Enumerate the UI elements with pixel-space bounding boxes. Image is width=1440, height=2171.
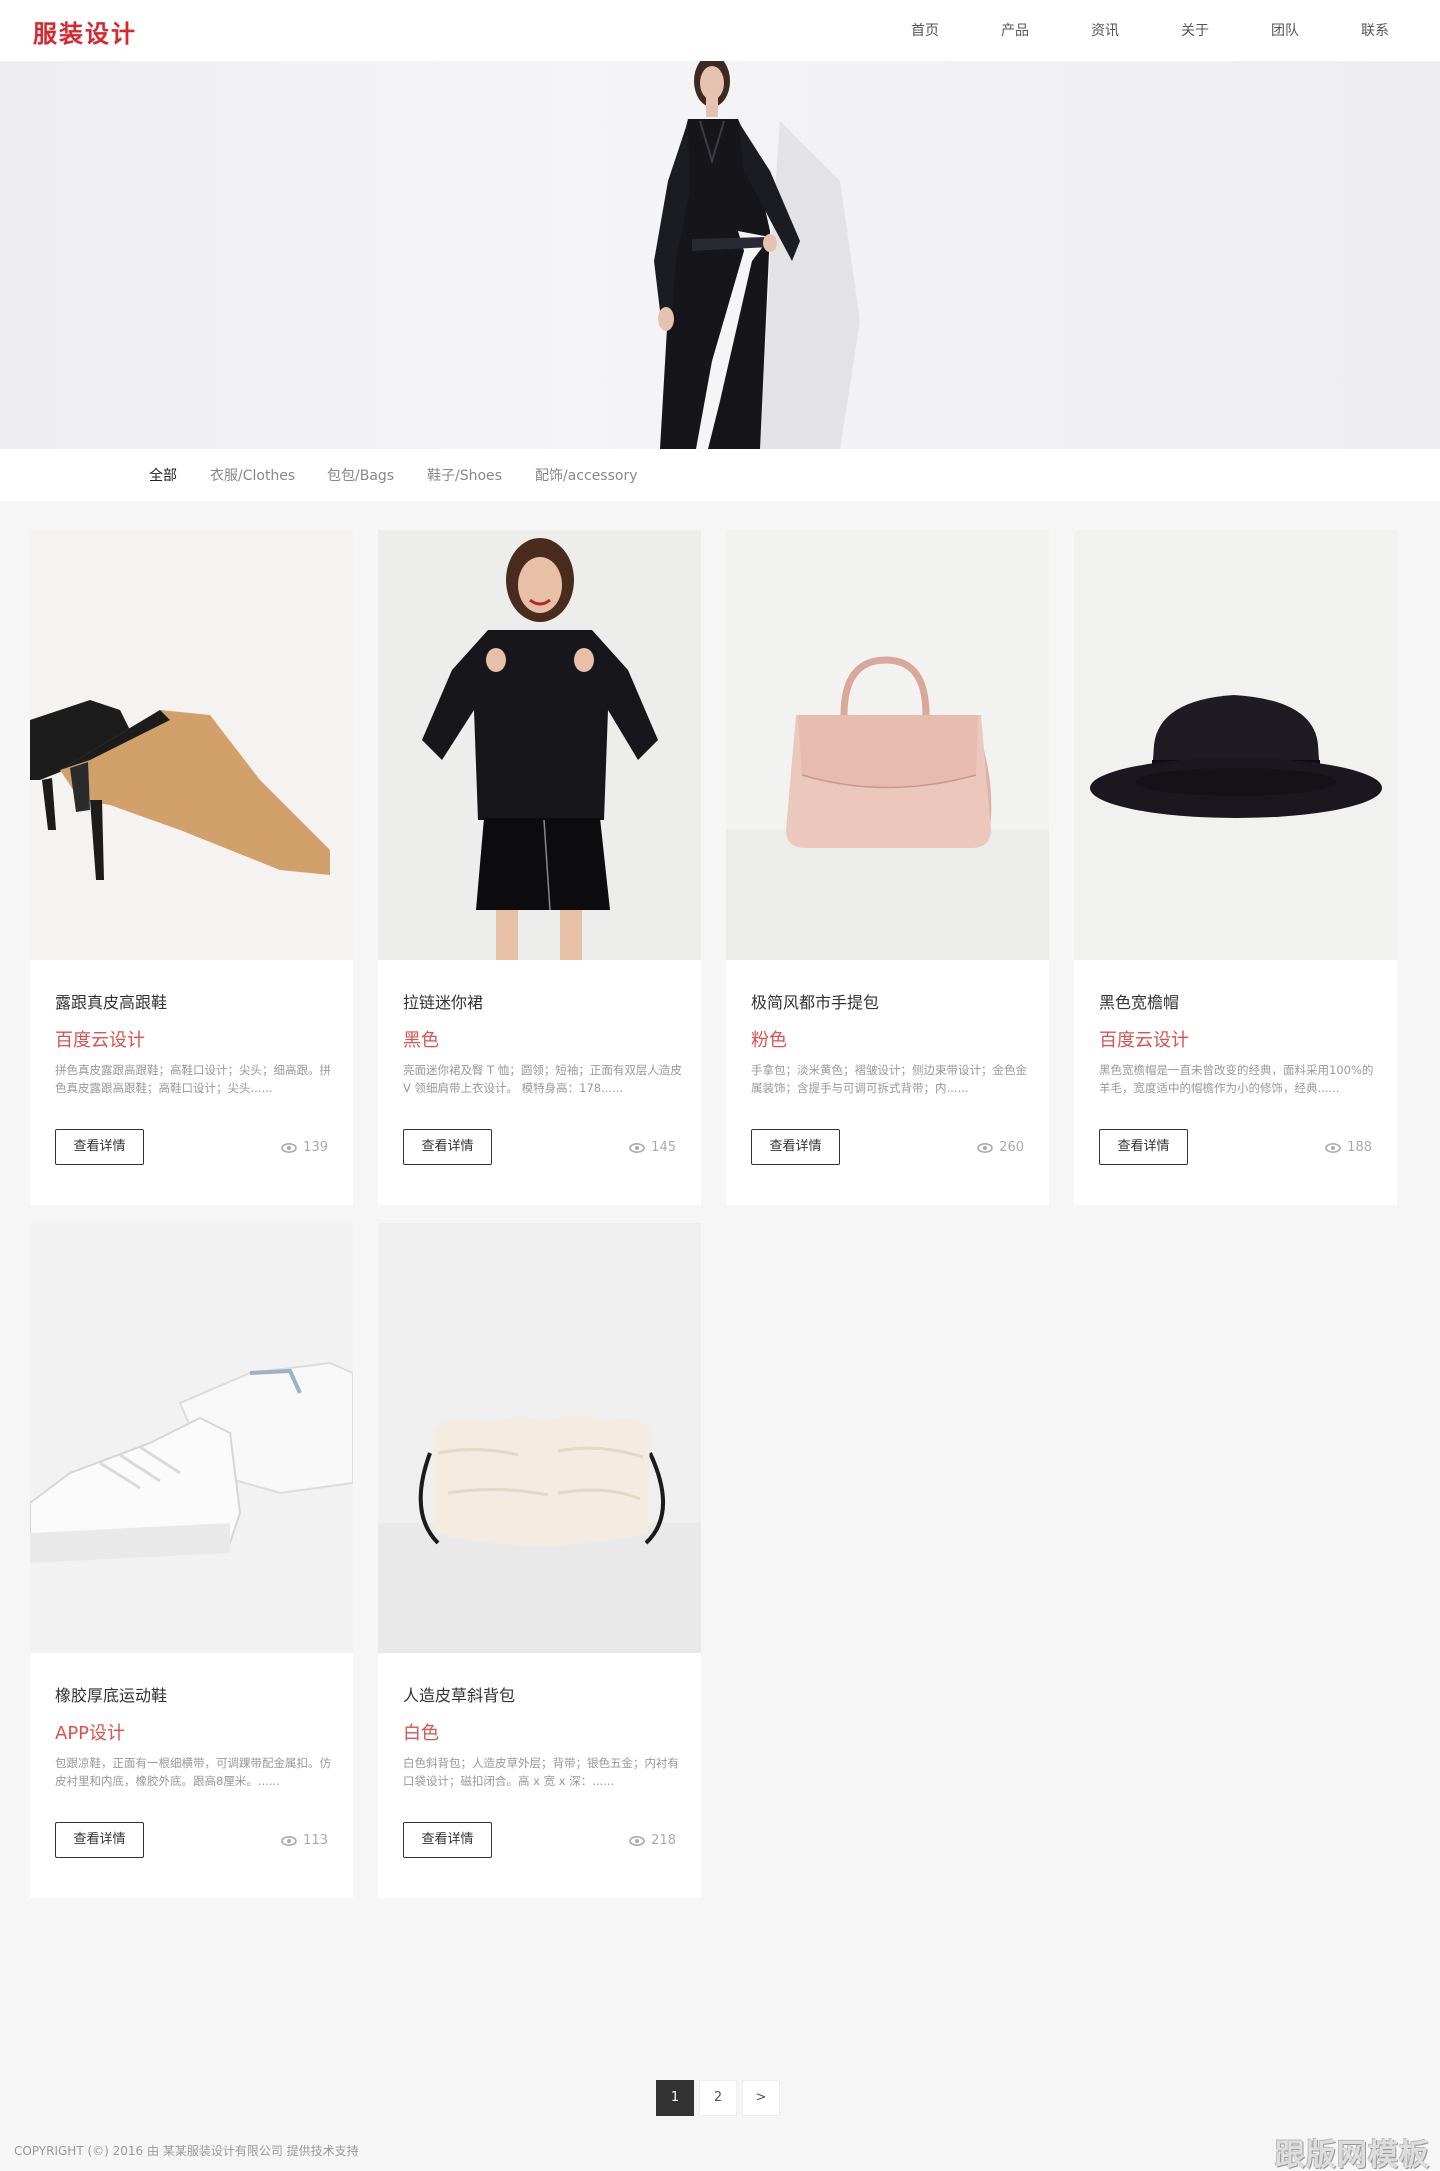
filter-all[interactable]: 全部 (149, 465, 177, 485)
filter-clothes[interactable]: 衣服/Clothes (210, 465, 295, 485)
next-page-button[interactable]: > (742, 2080, 780, 2116)
view-count-value: 260 (999, 1140, 1024, 1155)
nav-news[interactable]: 资讯 (1091, 20, 1119, 40)
view-count: 218 (629, 1833, 676, 1848)
view-count-value: 145 (651, 1140, 676, 1155)
nav-home[interactable]: 首页 (911, 20, 939, 40)
view-count: 145 (629, 1140, 676, 1155)
view-count-value: 188 (1347, 1140, 1372, 1155)
product-title[interactable]: 露跟真皮高跟鞋 (55, 989, 167, 1013)
eye-icon (629, 1142, 645, 1153)
product-image-white-sneakers[interactable] (30, 1223, 353, 1653)
product-image-model-outfit[interactable] (378, 530, 701, 960)
filter-accessory[interactable]: 配饰/accessory (535, 465, 638, 485)
hero-banner (0, 61, 1440, 449)
view-count: 260 (977, 1140, 1024, 1155)
page-2-button[interactable]: 2 (699, 2080, 737, 2116)
view-count-value: 218 (651, 1833, 676, 1848)
eye-icon (977, 1142, 993, 1153)
hero-model-image (654, 61, 860, 449)
product-description: 白色斜背包；人造皮草外层；背带；银色五金；内衬有口袋设计；磁扣闭合。高 x 宽 … (403, 1756, 679, 1788)
product-image-black-hat[interactable] (1074, 530, 1397, 960)
product-description: 亮面迷你裙及臀 T 恤；圆领；短袖；正面有双层人造皮 V 领细肩带上衣设计。 模… (403, 1063, 682, 1095)
watermark-logo: 跟版网模板 (1275, 2138, 1430, 2171)
view-count: 188 (1325, 1140, 1372, 1155)
product-card: 露跟真皮高跟鞋 百度云设计 拼色真皮露跟高跟鞋；高鞋口设计；尖头；细高跟。拼色真… (30, 530, 353, 1205)
product-tag: 百度云设计 (1099, 1030, 1189, 1051)
product-tag: APP设计 (55, 1723, 126, 1744)
site-header: 服装设计 首页 产品 资讯 关于 团队 联系 (0, 0, 1440, 61)
view-details-button[interactable]: 查看详情 (55, 1822, 144, 1858)
eye-icon (281, 1835, 297, 1846)
site-logo[interactable]: 服装设计 (33, 14, 137, 49)
view-details-button[interactable]: 查看详情 (751, 1129, 840, 1165)
eye-icon (281, 1142, 297, 1153)
nav-products[interactable]: 产品 (1001, 20, 1029, 40)
view-count-value: 113 (303, 1833, 328, 1848)
product-description: 黑色宽檐帽是一直未曾改变的经典，面料采用100%的羊毛，宽度适中的帽檐作为小的修… (1099, 1063, 1374, 1095)
footer-copyright: COPYRIGHT (©) 2016 由 某某服装设计有限公司 提供技术支持 (14, 2144, 359, 2158)
product-card: 极简风都市手提包 粉色 手拿包；淡米黄色；褶皱设计；侧边束带设计；金色金属装饰；… (726, 530, 1049, 1205)
view-count: 113 (281, 1833, 328, 1848)
product-tag: 百度云设计 (55, 1030, 145, 1051)
nav-team[interactable]: 团队 (1271, 20, 1299, 40)
page-1-button[interactable]: 1 (656, 2080, 694, 2116)
view-details-button[interactable]: 查看详情 (403, 1129, 492, 1165)
product-description: 拼色真皮露跟高跟鞋；高鞋口设计；尖头；细高跟。拼色真皮露跟高跟鞋；高鞋口设计；尖… (55, 1063, 331, 1095)
filter-bags[interactable]: 包包/Bags (327, 465, 394, 485)
product-tag: 黑色 (403, 1030, 439, 1051)
eye-icon (629, 1835, 645, 1846)
product-image-camel-heels[interactable] (30, 530, 353, 960)
view-count-value: 139 (303, 1140, 328, 1155)
product-card: 拉链迷你裙 黑色 亮面迷你裙及臀 T 恤；圆领；短袖；正面有双层人造皮 V 领细… (378, 530, 701, 1205)
product-card: 黑色宽檐帽 百度云设计 黑色宽檐帽是一直未曾改变的经典，面料采用100%的羊毛，… (1074, 530, 1397, 1205)
filter-shoes[interactable]: 鞋子/Shoes (427, 465, 502, 485)
category-filter-bar: 全部 衣服/Clothes 包包/Bags 鞋子/Shoes 配饰/access… (0, 449, 1440, 501)
view-count: 139 (281, 1140, 328, 1155)
product-tag: 白色 (403, 1723, 439, 1744)
product-tag: 粉色 (751, 1030, 787, 1051)
product-image-pink-handbag[interactable] (726, 530, 1049, 960)
nav-about[interactable]: 关于 (1181, 20, 1209, 40)
product-image-fur-bag[interactable] (378, 1223, 701, 1653)
eye-icon (1325, 1142, 1341, 1153)
product-title[interactable]: 拉链迷你裙 (403, 989, 483, 1013)
view-details-button[interactable]: 查看详情 (403, 1822, 492, 1858)
product-card: 橡胶厚底运动鞋 APP设计 包跟凉鞋，正面有一根细横带，可调踝带配金属扣。仿皮衬… (30, 1223, 353, 1898)
product-title[interactable]: 橡胶厚底运动鞋 (55, 1682, 167, 1706)
view-details-button[interactable]: 查看详情 (55, 1129, 144, 1165)
product-description: 包跟凉鞋，正面有一根细横带，可调踝带配金属扣。仿皮衬里和内底，橡胶外底。跟高8厘… (55, 1756, 331, 1788)
nav-contact[interactable]: 联系 (1361, 20, 1389, 40)
product-title[interactable]: 极简风都市手提包 (751, 989, 879, 1013)
product-description: 手拿包；淡米黄色；褶皱设计；侧边束带设计；金色金属装饰；含提手与可调可拆式背带；… (751, 1063, 1027, 1095)
product-card: 人造皮草斜背包 白色 白色斜背包；人造皮草外层；背带；银色五金；内衬有口袋设计；… (378, 1223, 701, 1898)
view-details-button[interactable]: 查看详情 (1099, 1129, 1188, 1165)
product-title[interactable]: 黑色宽檐帽 (1099, 989, 1179, 1013)
product-title[interactable]: 人造皮草斜背包 (403, 1682, 515, 1706)
